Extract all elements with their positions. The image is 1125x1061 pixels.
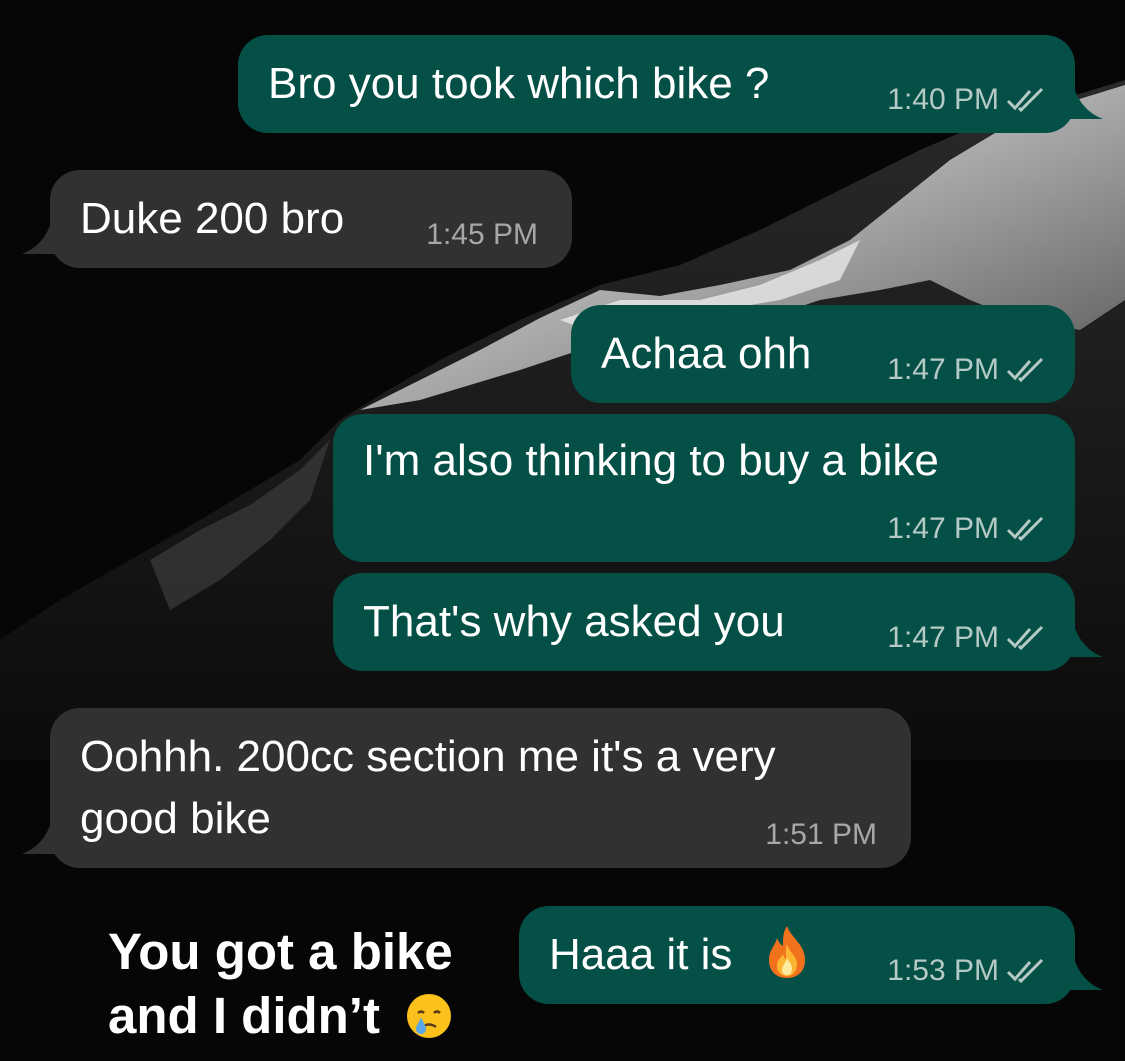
message-bubble-outgoing[interactable]: Haaa it is 1:53 PM (519, 906, 1103, 1004)
bubble-tail (22, 820, 62, 854)
message-time: 1:47 PM (887, 353, 999, 386)
message-text: Achaa ohh (601, 329, 812, 378)
message-text-content: Haaa it is (549, 930, 733, 979)
message-bubble-incoming[interactable]: Oohhh. 200cc section me it's a very good… (22, 708, 911, 868)
message-text-line-1: Oohhh. 200cc section me it's a very (80, 732, 776, 781)
message-text: Haaa it is (549, 925, 813, 985)
bubble-tail (1063, 85, 1103, 119)
message-bubble-outgoing[interactable]: Bro you took which bike ? 1:40 PM (238, 35, 1103, 133)
message-meta: 1:53 PM (887, 954, 1045, 988)
caption-line-2: and I didn’t (108, 984, 454, 1048)
message-bubble-outgoing[interactable]: Achaa ohh 1:47 PM (571, 305, 1075, 403)
message-meta: 1:47 PM (887, 621, 1045, 655)
caption-line-2-text: and I didn’t (108, 987, 380, 1044)
double-check-icon (1006, 625, 1044, 651)
bubble-tail (1063, 623, 1103, 657)
meme-caption: You got a bike and I didn’t (108, 920, 454, 1048)
bubble-tail (22, 220, 62, 254)
double-check-icon (1006, 516, 1044, 542)
fire-emoji-icon (768, 926, 805, 979)
double-check-icon (1006, 958, 1044, 984)
bubble-tail (1063, 956, 1103, 990)
message-bubble-outgoing[interactable]: That's why asked you 1:47 PM (333, 573, 1103, 671)
message-meta: 1:47 PM (887, 353, 1045, 387)
message-time: 1:40 PM (887, 83, 999, 116)
message-text: Bro you took which bike ? (268, 59, 770, 108)
message-text-line-2: good bike (80, 794, 271, 843)
message-time: 1:53 PM (887, 954, 999, 987)
message-text: Duke 200 bro (80, 194, 345, 243)
message-time: 1:47 PM (887, 512, 999, 545)
message-meta: 1:40 PM (887, 83, 1045, 117)
message-time: 1:51 PM (765, 818, 877, 851)
message-bubble-outgoing[interactable]: I'm also thinking to buy a bike 1:47 PM (333, 414, 1075, 562)
double-check-icon (1006, 87, 1044, 113)
message-text: That's why asked you (363, 597, 785, 646)
message-meta: 1:51 PM (765, 818, 877, 852)
caption-line-1: You got a bike (108, 923, 453, 980)
double-check-icon (1006, 357, 1044, 383)
message-text: I'm also thinking to buy a bike (363, 436, 939, 485)
message-meta: 1:47 PM (887, 512, 1045, 546)
message-time: 1:45 PM (426, 218, 538, 251)
crying-face-emoji-icon (407, 993, 452, 1038)
message-meta: 1:45 PM (426, 218, 538, 252)
message-time: 1:47 PM (887, 621, 999, 654)
message-bubble-incoming[interactable]: Duke 200 bro 1:45 PM (22, 170, 572, 268)
